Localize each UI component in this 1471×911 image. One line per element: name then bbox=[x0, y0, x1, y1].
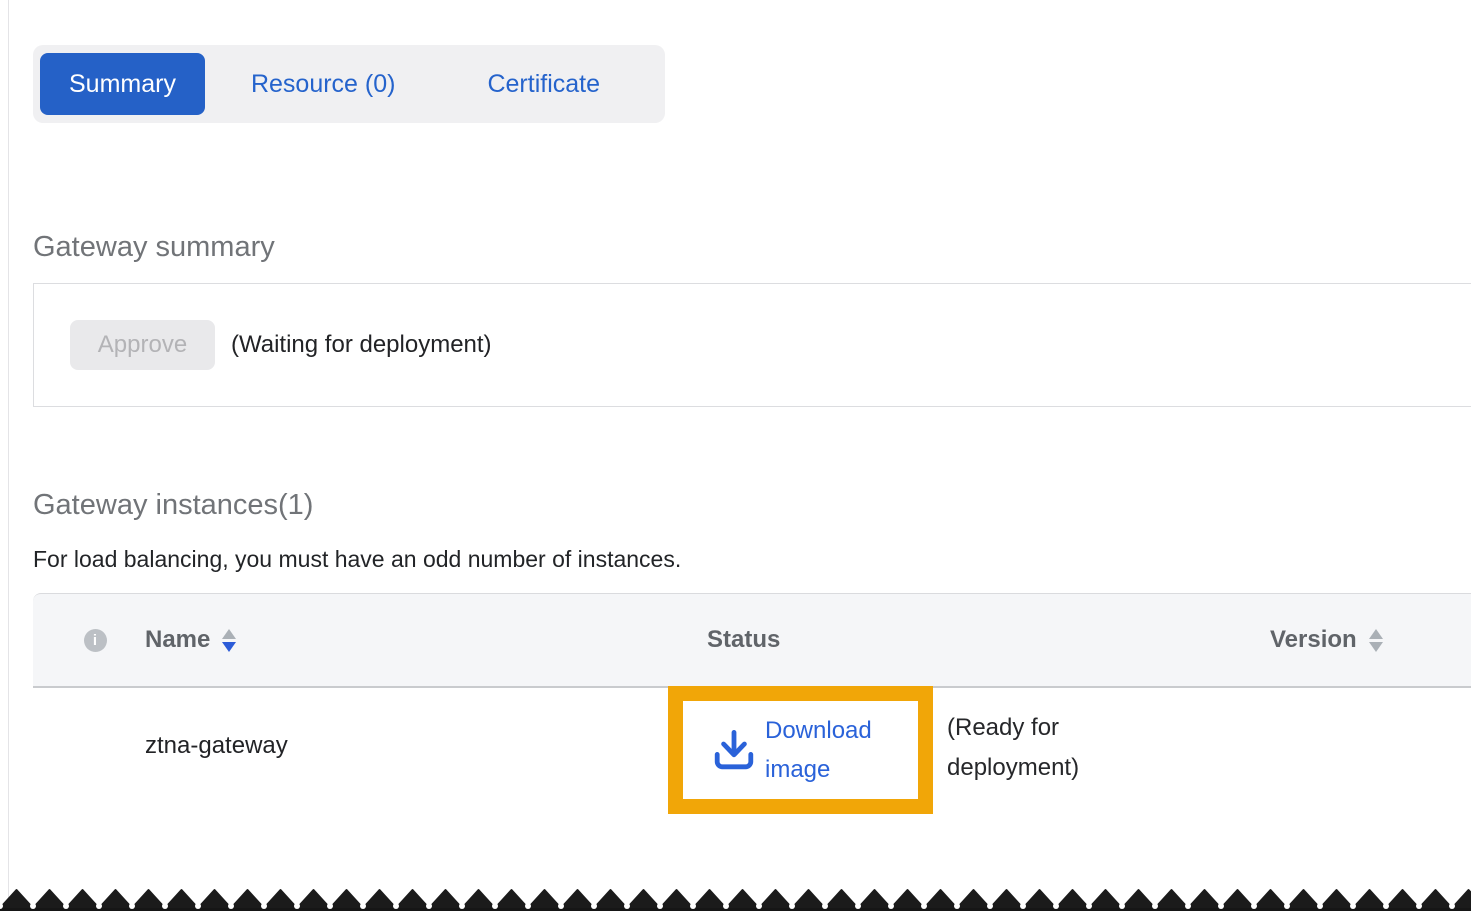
deployment-ready-note: (Ready for deployment) bbox=[947, 708, 1142, 788]
sort-arrows-name-icon[interactable] bbox=[222, 629, 236, 652]
gateway-summary-title: Gateway summary bbox=[33, 231, 275, 264]
annotation-highlight-box: Download image bbox=[668, 686, 933, 814]
download-icon bbox=[710, 726, 758, 774]
header-status-cell: Status bbox=[707, 626, 1237, 654]
deployment-waiting-note: (Waiting for deployment) bbox=[231, 331, 492, 359]
tab-summary[interactable]: Summary bbox=[40, 53, 205, 115]
load-balancing-note: For load balancing, you must have an odd… bbox=[33, 546, 681, 573]
tab-resource[interactable]: Resource (0) bbox=[205, 53, 442, 115]
version-column-label: Version bbox=[1270, 626, 1357, 654]
torn-edge-decoration bbox=[0, 884, 1471, 911]
info-icon[interactable]: i bbox=[84, 629, 107, 652]
download-image-link[interactable]: Download image bbox=[710, 711, 891, 789]
header-info-cell: i bbox=[33, 629, 145, 652]
sort-down-icon bbox=[1369, 642, 1383, 652]
approve-button[interactable]: Approve bbox=[70, 320, 215, 370]
gateway-summary-panel: Approve (Waiting for deployment) bbox=[33, 283, 1471, 407]
sort-up-icon bbox=[1369, 629, 1383, 639]
header-name-cell[interactable]: Name bbox=[145, 626, 707, 654]
tab-bar: Summary Resource (0) Certificate bbox=[33, 45, 665, 123]
instances-table: i Name Status Version ztna-gat bbox=[33, 593, 1471, 860]
panel-edge-divider bbox=[8, 0, 9, 911]
page: Summary Resource (0) Certificate Gateway… bbox=[0, 0, 1471, 911]
table-header-row: i Name Status Version bbox=[33, 593, 1471, 688]
sort-up-icon bbox=[222, 629, 236, 639]
name-column-label: Name bbox=[145, 626, 210, 654]
instance-name: ztna-gateway bbox=[145, 732, 288, 760]
header-version-cell[interactable]: Version bbox=[1237, 626, 1471, 654]
tab-certificate[interactable]: Certificate bbox=[441, 53, 646, 115]
download-image-label: Download image bbox=[765, 711, 891, 789]
table-row: ztna-gateway Download image (Ready for d… bbox=[33, 688, 1471, 860]
sort-down-icon bbox=[222, 642, 236, 652]
gateway-instances-title: Gateway instances(1) bbox=[33, 489, 313, 522]
sort-arrows-version-icon[interactable] bbox=[1369, 629, 1383, 652]
status-column-label: Status bbox=[707, 626, 780, 654]
